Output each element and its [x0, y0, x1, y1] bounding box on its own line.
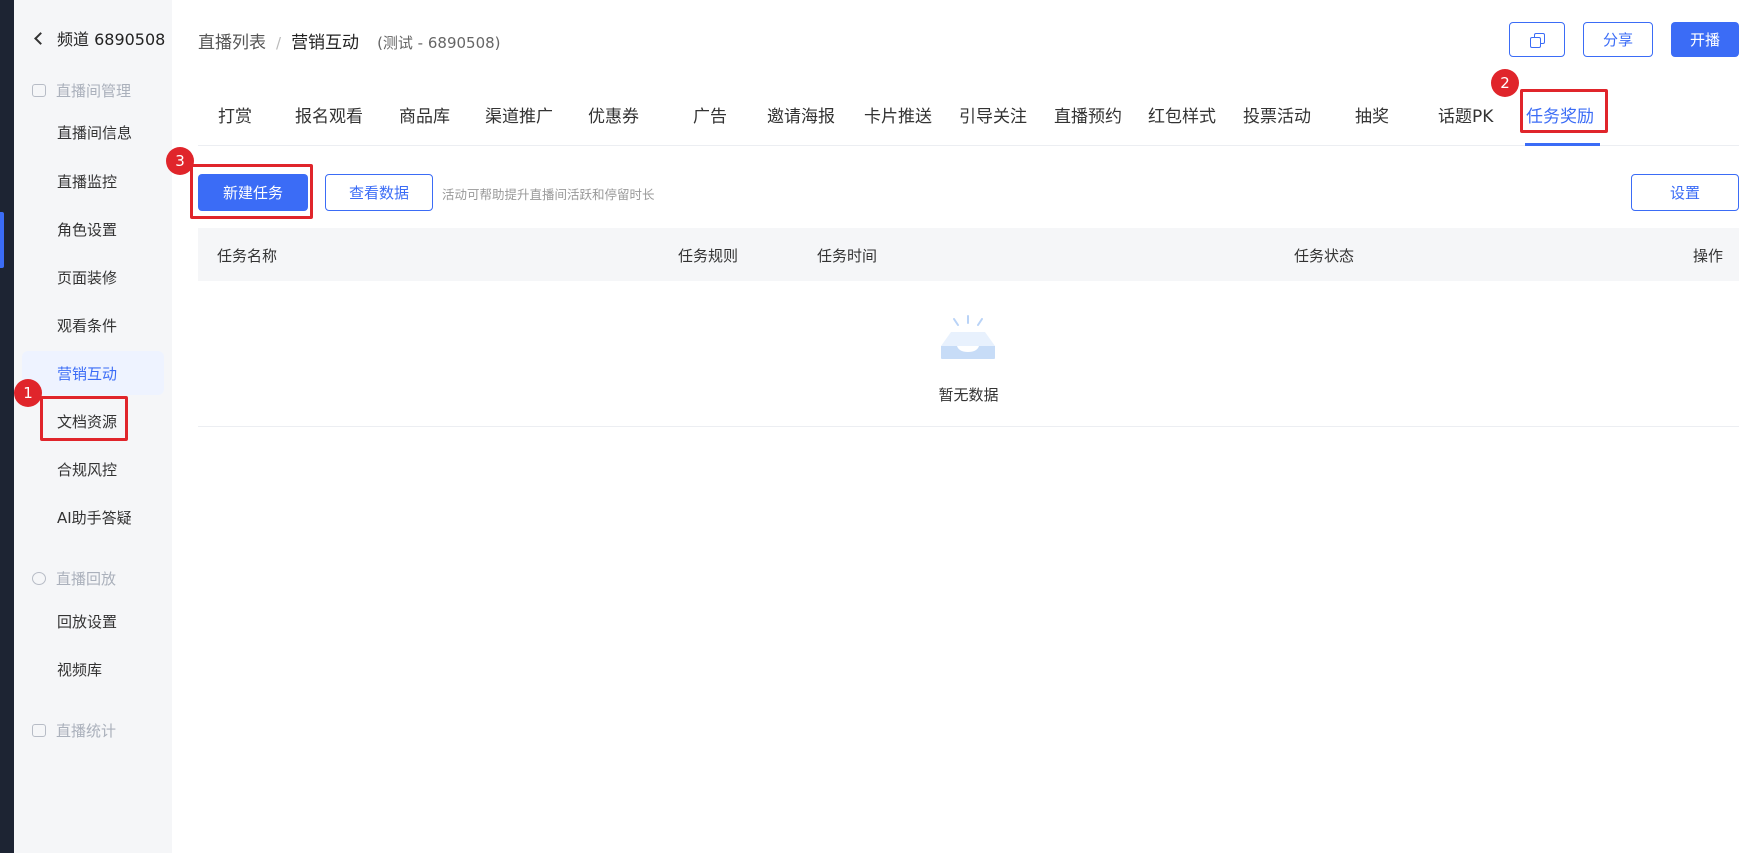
- group-stats: 直播统计: [32, 720, 116, 741]
- header-actions: 分享 开播: [1509, 22, 1739, 57]
- tab-signup-watch[interactable]: 报名观看: [295, 102, 363, 127]
- view-data-button[interactable]: 查看数据: [325, 174, 433, 211]
- new-task-button[interactable]: 新建任务: [198, 174, 308, 211]
- left-bar-indicator: [0, 212, 4, 268]
- tab-follow-guide[interactable]: 引导关注: [959, 102, 1027, 127]
- far-left-bar: [0, 0, 14, 853]
- sidebar-back-link[interactable]: 频道 6890508: [28, 26, 165, 50]
- sidebar: 频道 6890508 直播间管理 直播间信息 直播监控 角色设置 页面装修 观看…: [14, 0, 172, 853]
- breadcrumb-root-link[interactable]: 直播列表: [198, 28, 266, 53]
- table-header: 任务名称 任务规则 任务时间 任务状态 操作: [198, 228, 1739, 281]
- tab-product-library[interactable]: 商品库: [399, 102, 450, 127]
- replay-icon: [32, 572, 46, 585]
- empty-inbox-icon: [941, 315, 995, 359]
- monitor-icon: [32, 84, 46, 97]
- tab-lottery[interactable]: 抽奖: [1355, 102, 1389, 127]
- tab-topic-pk[interactable]: 话题PK: [1438, 102, 1493, 127]
- tab-task-rewards[interactable]: 任务奖励: [1526, 102, 1594, 127]
- copy-icon: [1530, 32, 1545, 48]
- tab-channel-promo[interactable]: 渠道推广: [485, 102, 553, 127]
- copy-button[interactable]: [1509, 22, 1565, 57]
- feature-tabs: 打赏 报名观看 商品库 渠道推广 优惠券 广告 邀请海报 卡片推送 引导关注 直…: [198, 90, 1739, 146]
- tab-ads[interactable]: 广告: [693, 102, 727, 127]
- sidebar-item-video-library[interactable]: 视频库: [22, 647, 164, 691]
- sidebar-item-room-info[interactable]: 直播间信息: [22, 110, 164, 154]
- sidebar-item-ai-assistant[interactable]: AI助手答疑: [22, 495, 164, 539]
- start-live-button[interactable]: 开播: [1671, 22, 1739, 57]
- sidebar-item-roles[interactable]: 角色设置: [22, 207, 164, 251]
- sidebar-item-compliance[interactable]: 合规风控: [22, 447, 164, 491]
- column-task-time: 任务时间: [817, 247, 878, 265]
- annotation-badge-3: 3: [166, 147, 194, 175]
- breadcrumb: 直播列表 / 营销互动 (测试 - 6890508): [198, 28, 501, 53]
- column-task-rule: 任务规则: [678, 247, 739, 265]
- group-live-room-manage: 直播间管理: [32, 80, 131, 101]
- toolbar-hint: 活动可帮助提升直播间活跃和停留时长: [442, 187, 655, 202]
- task-toolbar: 新建任务 查看数据 活动可帮助提升直播间活跃和停留时长 设置: [198, 174, 1739, 212]
- group-replay: 直播回放: [32, 568, 116, 589]
- tab-invite-poster[interactable]: 邀请海报: [767, 102, 835, 127]
- table-empty-state: 暂无数据: [198, 281, 1739, 427]
- sidebar-item-replay-settings[interactable]: 回放设置: [22, 599, 164, 643]
- annotation-badge-1: 1: [14, 379, 42, 407]
- active-tab-underline: [1525, 143, 1600, 146]
- chevron-left-icon: [34, 31, 47, 45]
- column-task-name: 任务名称: [217, 247, 278, 265]
- column-task-status: 任务状态: [1294, 247, 1355, 265]
- sidebar-item-monitor[interactable]: 直播监控: [22, 159, 164, 203]
- annotation-badge-2: 2: [1491, 69, 1519, 97]
- share-button[interactable]: 分享: [1583, 22, 1653, 57]
- breadcrumb-current: 营销互动: [291, 33, 360, 53]
- sidebar-item-watch-conditions[interactable]: 观看条件: [22, 303, 164, 347]
- tab-reward[interactable]: 打赏: [218, 102, 252, 127]
- tab-redpacket-style[interactable]: 红包样式: [1148, 102, 1216, 127]
- tab-live-booking[interactable]: 直播预约: [1054, 102, 1122, 127]
- app-root: 频道 6890508 直播间管理 直播间信息 直播监控 角色设置 页面装修 观看…: [0, 0, 1763, 853]
- breadcrumb-subtitle: (测试 - 6890508): [377, 34, 501, 52]
- sidebar-item-page-decor[interactable]: 页面装修: [22, 255, 164, 299]
- sidebar-item-marketing[interactable]: 营销互动: [22, 351, 164, 395]
- settings-button[interactable]: 设置: [1631, 174, 1739, 211]
- sidebar-item-docs[interactable]: 文档资源: [22, 399, 164, 443]
- channel-title: 频道 6890508: [57, 30, 166, 49]
- tab-coupons[interactable]: 优惠券: [588, 102, 639, 127]
- breadcrumb-separator: /: [276, 34, 282, 52]
- tab-card-push[interactable]: 卡片推送: [864, 102, 932, 127]
- empty-text: 暂无数据: [938, 386, 999, 404]
- column-actions: 操作: [1692, 247, 1723, 265]
- stats-icon: [32, 724, 46, 737]
- tab-voting[interactable]: 投票活动: [1243, 102, 1311, 127]
